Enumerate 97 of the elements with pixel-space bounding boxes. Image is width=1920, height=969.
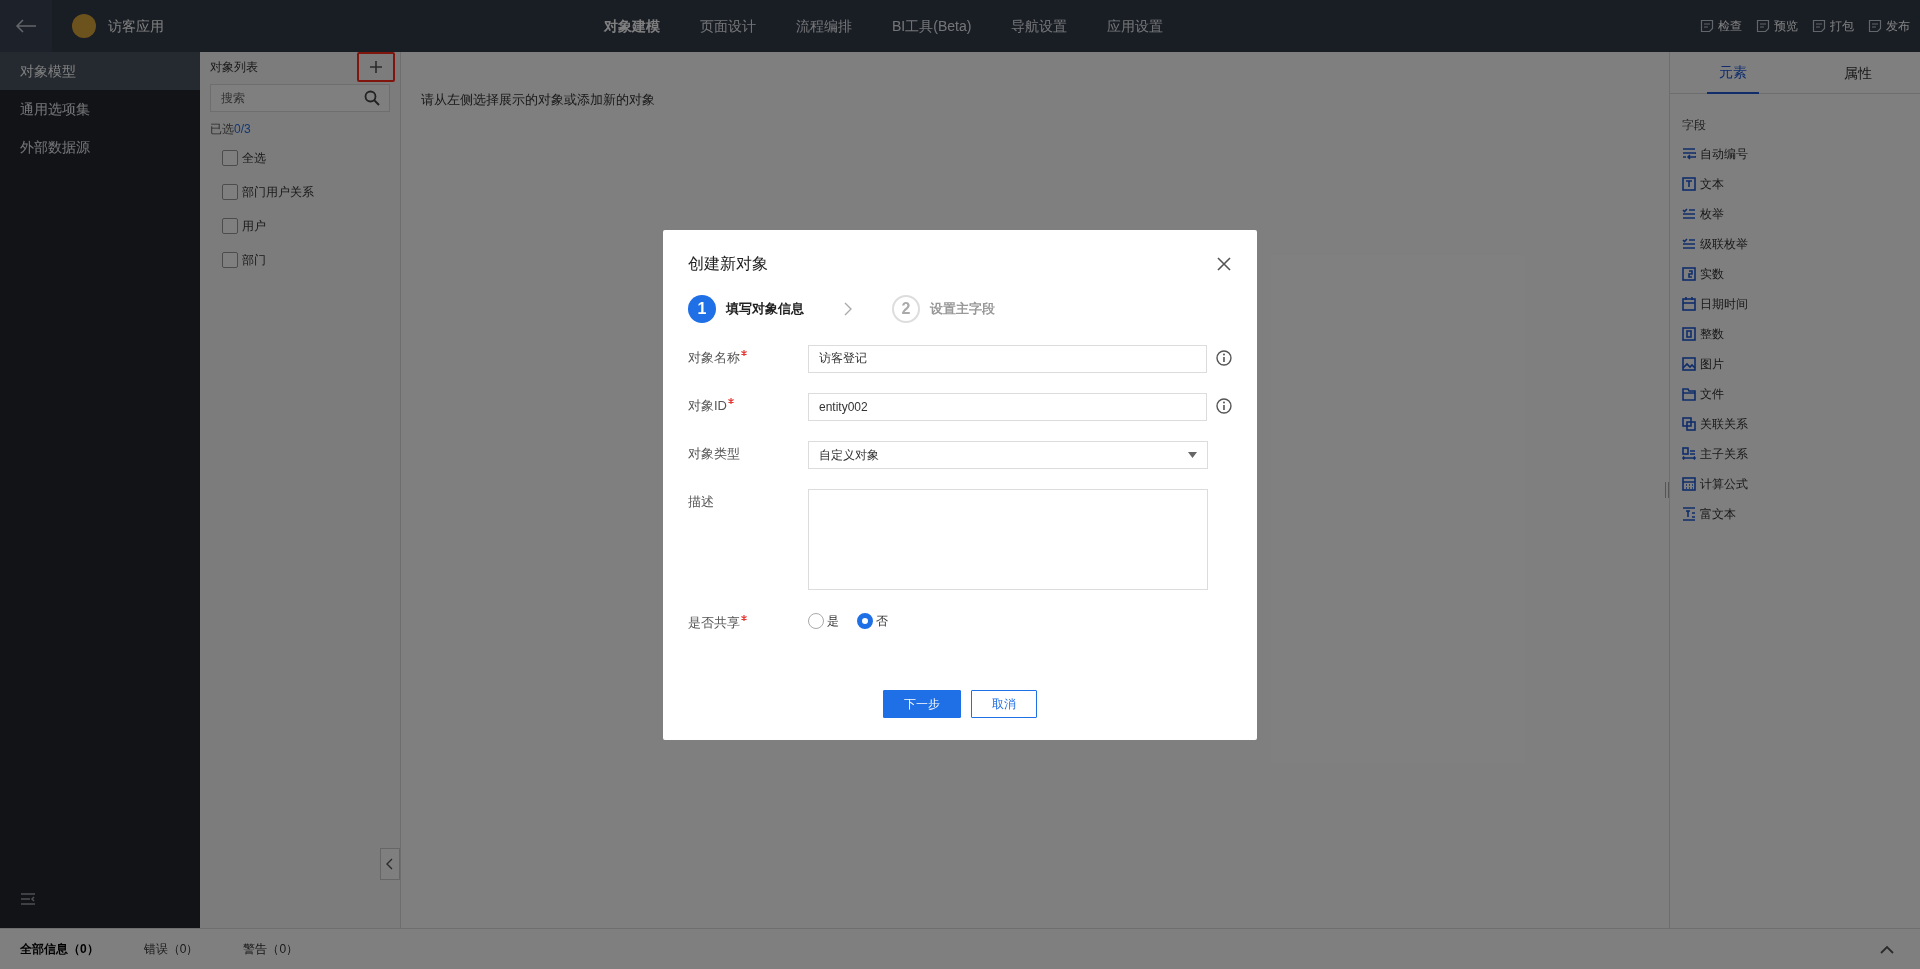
nav-tab[interactable]: 对象建模 <box>604 15 660 37</box>
field-label: 对象类型 <box>688 444 740 463</box>
panel-tab[interactable]: 属性 <box>1831 52 1884 94</box>
checkbox-label: 全选 <box>242 150 266 167</box>
radio-label: 是 <box>827 612 839 630</box>
sidebar-item[interactable]: 对象模型 <box>0 52 200 90</box>
checkbox[interactable] <box>222 150 238 166</box>
field-type-item[interactable]: 实数 <box>1700 265 1724 283</box>
log-tab[interactable]: 全部信息（0） <box>20 940 99 958</box>
collapse-menu-icon[interactable] <box>20 892 36 906</box>
step-number: 2 <box>892 294 920 323</box>
field-label: 对象名称 <box>688 348 740 367</box>
field-type-icon <box>1682 267 1696 281</box>
back-arrow-icon[interactable] <box>15 19 37 33</box>
field-type-icon <box>1682 447 1696 461</box>
step-label: 设置主字段 <box>930 299 995 318</box>
field-type-icon <box>1682 237 1696 251</box>
text-input[interactable]: 访客登记 <box>808 344 1208 373</box>
document-icon <box>1868 19 1882 33</box>
field-label: 是否共享 <box>688 613 740 632</box>
info-icon[interactable] <box>1216 349 1232 366</box>
step-number: 1 <box>688 294 716 323</box>
toolbar-button[interactable]: 检查 <box>1700 17 1742 35</box>
field-type-icon <box>1682 147 1696 161</box>
field-type-item[interactable]: 计算公式 <box>1700 475 1748 493</box>
chevron-right-icon <box>844 301 852 316</box>
next-button[interactable]: 下一步 <box>883 690 961 718</box>
field-type-icon <box>1682 417 1696 431</box>
toolbar-button[interactable]: 打包 <box>1812 17 1854 35</box>
log-tab[interactable]: 警告（0） <box>243 940 299 958</box>
field-type-item[interactable]: 文本 <box>1700 175 1724 193</box>
caret-icon <box>1188 451 1197 458</box>
panel-tab[interactable]: 元素 <box>1706 52 1759 94</box>
field-type-icon <box>1682 327 1696 341</box>
checkbox-label: 部门 <box>242 252 266 269</box>
field-label: 对象ID <box>688 396 727 415</box>
field-type-icon <box>1682 507 1696 521</box>
checkbox[interactable] <box>222 218 238 234</box>
field-type-item[interactable]: 主子关系 <box>1700 445 1748 463</box>
log-tab[interactable]: 错误（0） <box>143 940 199 958</box>
selected-count: 已选0/3 <box>210 121 252 138</box>
description-textarea[interactable] <box>808 488 1208 590</box>
sidebar-item[interactable]: 通用选项集 <box>0 90 200 128</box>
nav-tab[interactable]: BI工具(Beta) <box>892 15 972 37</box>
document-icon <box>1700 19 1714 33</box>
plus-icon <box>369 60 383 74</box>
field-type-icon <box>1682 297 1696 311</box>
field-type-item[interactable]: 枚举 <box>1700 205 1724 223</box>
nav-tab[interactable]: 导航设置 <box>1011 15 1068 37</box>
section-title: 字段 <box>1682 117 1707 134</box>
step-label: 填写对象信息 <box>726 299 804 318</box>
radio-label: 否 <box>876 612 888 630</box>
document-icon <box>1812 19 1826 33</box>
nav-tab[interactable]: 应用设置 <box>1107 15 1164 37</box>
panel-title: 对象列表 <box>210 59 258 76</box>
chevron-up-icon[interactable] <box>1880 944 1894 954</box>
select-field[interactable]: 自定义对象 <box>808 440 1208 469</box>
toolbar-button[interactable]: 发布 <box>1868 17 1910 35</box>
empty-hint: 请从左侧选择展示的对象或添加新的对象 <box>421 91 656 109</box>
field-type-item[interactable]: 关联关系 <box>1700 415 1748 433</box>
field-type-item[interactable]: 级联枚举 <box>1700 235 1748 253</box>
document-icon <box>1756 19 1770 33</box>
field-type-item[interactable]: 图片 <box>1700 355 1724 373</box>
nav-tab[interactable]: 流程编排 <box>796 15 852 37</box>
checkbox[interactable] <box>222 184 238 200</box>
field-type-item[interactable]: 自动编号 <box>1700 145 1748 163</box>
search-field[interactable]: 搜索 <box>210 84 390 112</box>
field-type-icon <box>1682 207 1696 221</box>
field-label: 描述 <box>688 492 714 511</box>
cancel-button[interactable]: 取消 <box>971 690 1037 718</box>
field-type-item[interactable]: 文件 <box>1700 385 1724 403</box>
sidebar-item[interactable]: 外部数据源 <box>0 128 200 166</box>
resize-handle[interactable] <box>1665 482 1669 498</box>
search-icon[interactable] <box>364 90 380 106</box>
collapse-panel-button[interactable] <box>380 848 400 880</box>
field-type-item[interactable]: 整数 <box>1700 325 1724 343</box>
add-button[interactable] <box>357 52 395 82</box>
field-type-item[interactable]: 日期时间 <box>1700 295 1748 313</box>
field-type-icon <box>1682 177 1696 191</box>
text-input[interactable]: entity002 <box>808 392 1208 421</box>
field-type-icon <box>1682 387 1696 401</box>
close-icon[interactable] <box>1217 256 1231 271</box>
radio-button[interactable] <box>808 612 824 629</box>
app-logo-icon <box>72 14 96 38</box>
field-type-icon <box>1682 477 1696 491</box>
checkbox-label: 部门用户关系 <box>242 184 314 201</box>
app-name: 访客应用 <box>108 16 164 36</box>
chevron-left-icon <box>386 858 394 870</box>
nav-tab[interactable]: 页面设计 <box>700 15 756 37</box>
field-type-item[interactable]: 富文本 <box>1700 505 1736 523</box>
toolbar-button[interactable]: 预览 <box>1756 17 1798 35</box>
checkbox-label: 用户 <box>242 218 266 235</box>
info-icon[interactable] <box>1216 397 1232 414</box>
field-type-icon <box>1682 357 1696 371</box>
radio-button[interactable] <box>857 612 873 629</box>
checkbox[interactable] <box>222 252 238 268</box>
dialog-title: 创建新对象 <box>688 253 768 274</box>
